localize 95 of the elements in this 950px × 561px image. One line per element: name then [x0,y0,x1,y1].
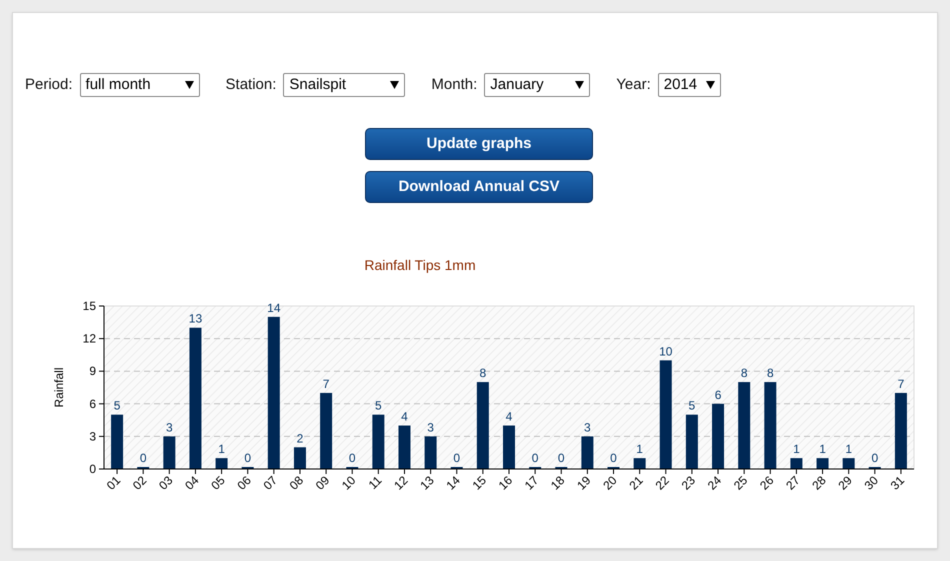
x-tick-label: 25 [730,473,750,493]
x-tick-label: 13 [417,473,437,493]
x-tick-label: 09 [312,473,332,493]
data-label: 5 [114,398,120,413]
bar [424,436,437,469]
x-tick-label: 05 [208,473,228,493]
caret-icon [390,81,400,89]
bar [790,458,802,469]
data-label: 1 [793,442,800,456]
data-label: 0 [453,451,460,465]
x-tick-label: 01 [104,473,124,493]
data-label: 1 [845,442,852,456]
x-tick-label: 07 [260,473,280,493]
bar [216,458,228,469]
data-label: 5 [375,398,382,413]
x-tick-label: 02 [130,473,150,493]
action-button[interactable]: Update graphs [365,128,593,160]
x-tick-label: 21 [626,473,646,493]
bar [372,414,384,469]
chart-title: Rainfall Tips 1mm [364,256,476,275]
x-tick-label: 03 [156,473,176,493]
filter-label: Period: [25,74,73,95]
caret-icon [184,81,194,89]
action-button[interactable]: Download Annual CSV [365,171,593,203]
bar [842,458,855,469]
data-label: 4 [506,410,512,424]
x-tick-label: 28 [809,473,829,493]
y-tick-label: 9 [89,364,96,378]
x-tick-label: 14 [444,473,463,493]
data-label: 0 [244,451,252,465]
data-label: 3 [427,420,434,434]
x-tick-label: 20 [600,473,620,493]
bar [111,414,124,469]
x-tick-label: 10 [339,473,358,493]
data-label: 8 [766,366,774,380]
x-tick-label: 12 [391,473,411,493]
bar [712,404,724,469]
data-label: 0 [348,451,356,465]
data-label: 5 [688,398,696,413]
dropdown[interactable]: full month [80,73,200,97]
y-tick-label: 15 [82,299,96,313]
data-label: 13 [188,312,202,326]
x-tick-label: 06 [234,473,254,493]
data-label: 0 [871,451,878,465]
filter-label: Station: [226,74,276,95]
x-tick-label: 08 [286,473,306,493]
data-label: 1 [819,442,826,456]
data-label: 1 [636,442,643,456]
data-label: 0 [140,451,147,465]
x-tick-label: 19 [574,473,594,493]
data-label: 8 [480,366,486,380]
data-label: 14 [267,300,281,315]
data-label: 4 [401,410,408,424]
x-tick-label: 11 [366,473,384,492]
data-label: 8 [740,366,748,380]
filter-label: Month: [431,74,478,95]
caret-icon [706,81,715,89]
x-tick-label: 22 [652,473,672,493]
data-label: 6 [714,388,722,402]
data-label: 0 [610,451,617,465]
y-tick-label: 6 [89,396,96,411]
data-label: 7 [898,376,904,391]
x-tick-label: 27 [783,473,803,493]
bar [634,458,646,469]
dropdown[interactable]: 2014 [658,73,721,97]
x-tick-label: 18 [548,473,568,493]
data-label: 2 [296,431,304,446]
y-tick-label: 0 [89,462,96,476]
data-label: 0 [532,451,538,465]
y-tick-label: 12 [82,332,96,346]
data-label: 3 [166,420,173,434]
x-tick-label: 23 [678,473,698,493]
bar [816,458,829,469]
filter-label: Year: [616,74,651,95]
data-label: 10 [659,344,672,358]
data-label: 7 [322,376,330,391]
bar [503,426,515,469]
data-label: 1 [218,442,225,456]
x-tick-label: 04 [182,473,202,493]
data-label: 3 [584,420,591,434]
x-tick-label: 30 [862,473,881,493]
x-tick-label: 24 [704,473,724,493]
x-tick-label: 16 [496,473,516,493]
x-tick-label: 31 [888,473,908,493]
x-tick-label: 17 [522,473,542,493]
bar [686,414,698,469]
x-tick-label: 15 [470,473,489,493]
dropdown[interactable]: Snailspit [283,73,406,97]
dropdown[interactable]: January [484,73,590,97]
caret-icon [575,81,584,89]
x-tick-label: 29 [835,473,855,493]
y-axis-label: Rainfall [52,367,66,408]
x-tick-label: 26 [757,473,776,493]
y-tick-label: 3 [89,429,96,444]
data-label: 0 [558,451,565,465]
